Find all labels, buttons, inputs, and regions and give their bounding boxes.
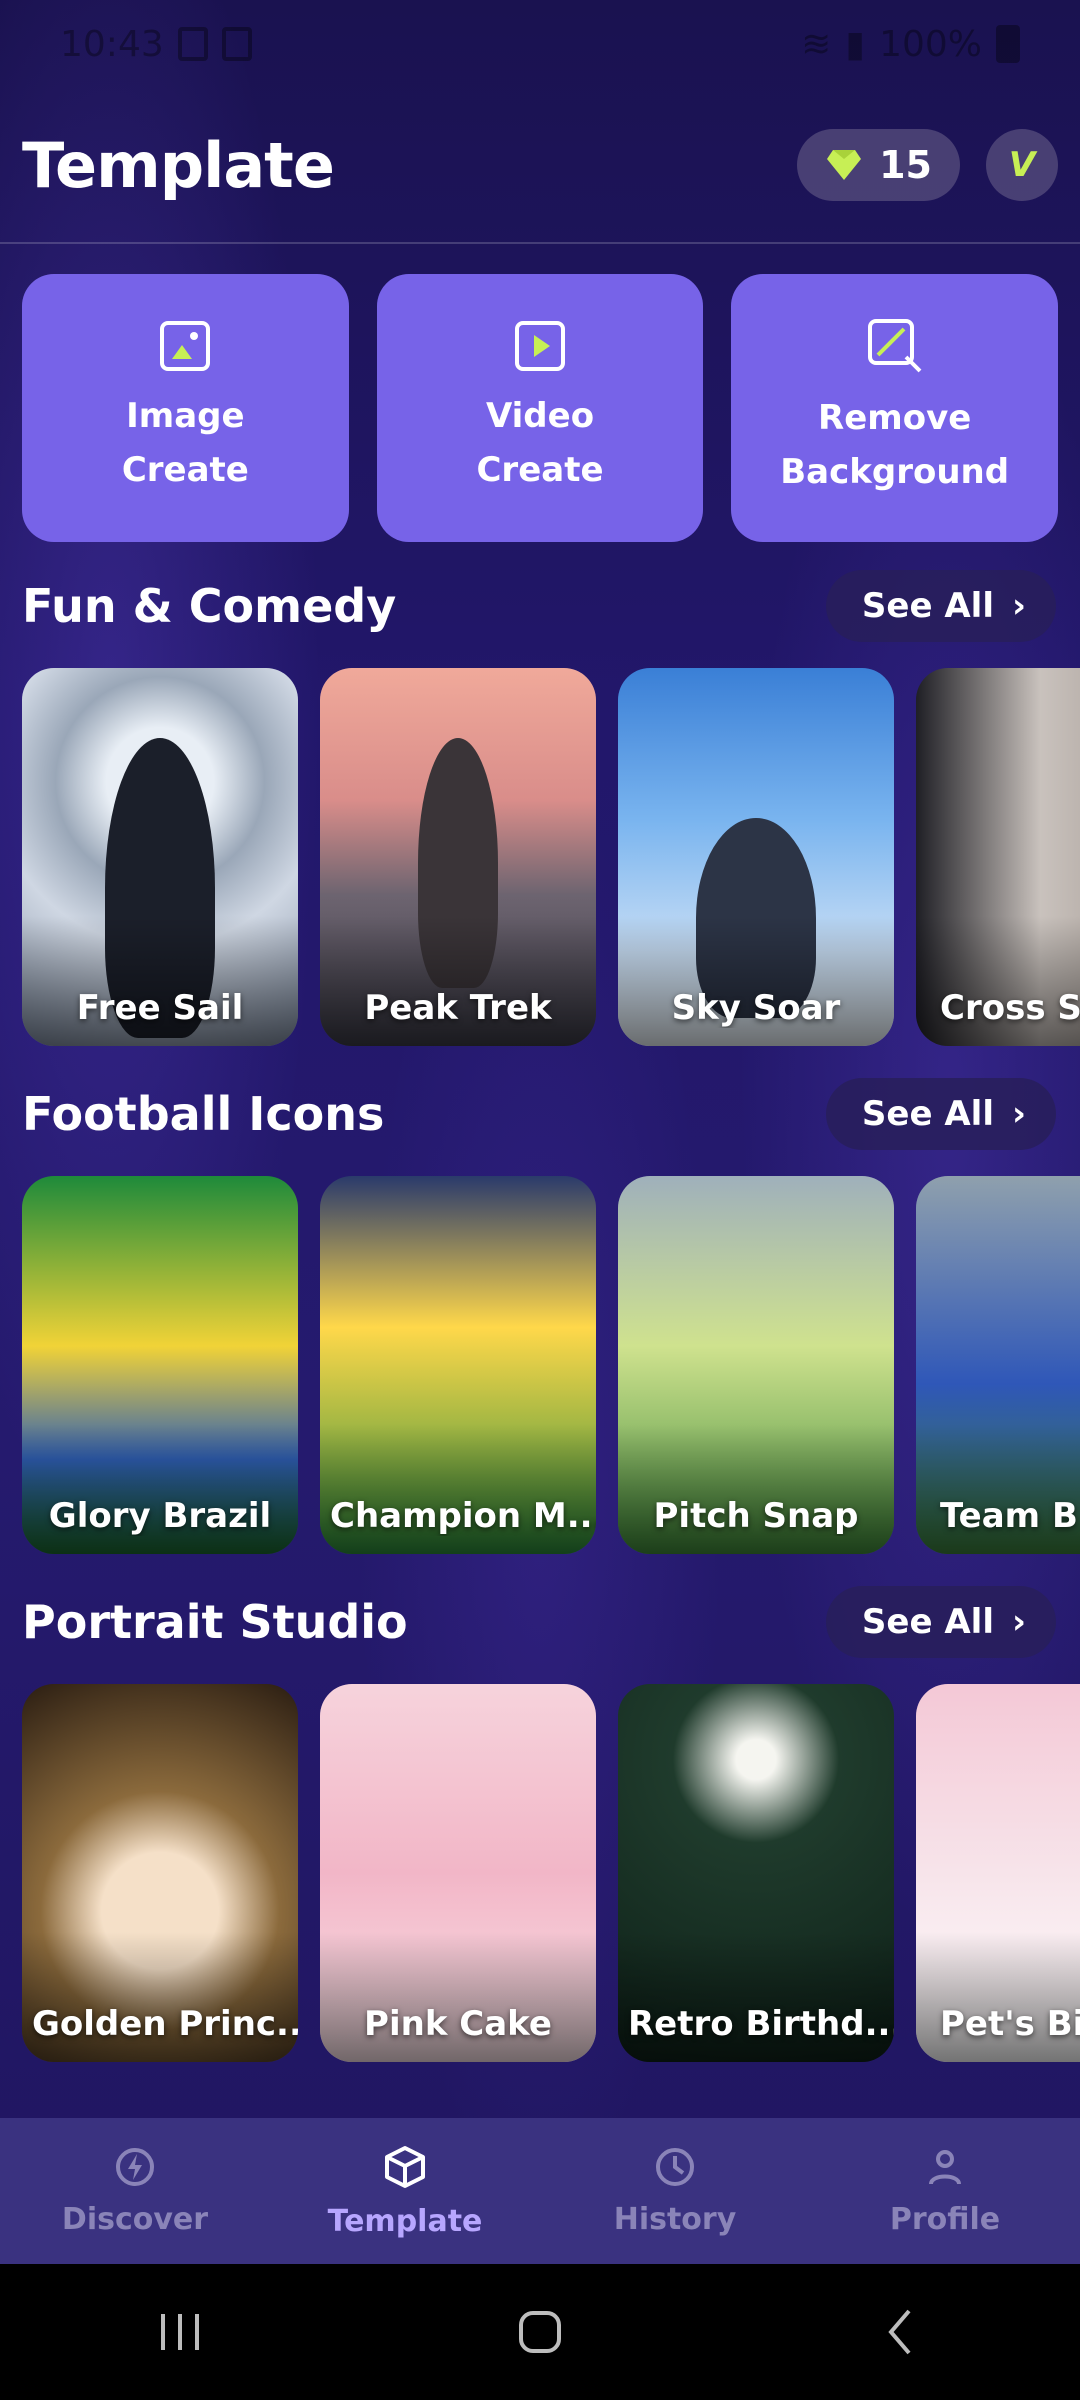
- template-card[interactable]: Team B: [916, 1176, 1080, 1554]
- section-portrait-studio: Portrait Studio See All › Golden Princ..…: [0, 1586, 1080, 2066]
- nav-template[interactable]: Template: [305, 2144, 505, 2239]
- nav-profile[interactable]: Profile: [845, 2146, 1045, 2237]
- card-title: Free Sail: [76, 988, 244, 1028]
- nav-discover[interactable]: Discover: [35, 2146, 235, 2237]
- credits-button[interactable]: 15: [797, 129, 960, 201]
- template-card[interactable]: Pitch Snap: [618, 1176, 894, 1554]
- history-icon: [654, 2146, 696, 2188]
- card-title: Pet's Bir: [940, 2004, 1080, 2044]
- back-button[interactable]: [840, 2292, 960, 2372]
- see-all-label: See All: [861, 1094, 994, 1134]
- nav-history-label: History: [613, 2201, 737, 2237]
- person-icon: [924, 2146, 966, 2188]
- card-title: Pitch Snap: [653, 1496, 859, 1536]
- remove-background-button[interactable]: Remove Background: [731, 274, 1059, 542]
- bottom-nav: Discover Template History Profile: [0, 2118, 1080, 2264]
- image-create-label: Image Create: [121, 396, 249, 490]
- recents-icon: [161, 2314, 199, 2350]
- status-bar: 10:43 ≋ ▮ 100%: [0, 0, 1080, 88]
- play-icon: [513, 319, 567, 373]
- template-card[interactable]: Pink Cake: [320, 1684, 596, 2062]
- section-title: Fun & Comedy: [22, 579, 397, 633]
- card-title: Pink Cake: [364, 2004, 552, 2044]
- battery-percent: 100%: [879, 23, 982, 65]
- signal-icon: ▮: [845, 23, 866, 65]
- template-card[interactable]: Golden Princ...: [22, 1684, 298, 2062]
- card-title: Golden Princ...: [32, 2004, 298, 2044]
- template-card[interactable]: Cross Sp: [916, 668, 1080, 1046]
- nav-history[interactable]: History: [575, 2146, 775, 2237]
- template-card[interactable]: Peak Trek: [320, 668, 596, 1046]
- template-card[interactable]: Free Sail: [22, 668, 298, 1046]
- cube-icon: [382, 2144, 428, 2190]
- chevron-right-icon: ›: [1011, 586, 1026, 626]
- see-all-button[interactable]: See All ›: [825, 1078, 1056, 1150]
- vip-label: V: [1008, 145, 1036, 185]
- video-create-button[interactable]: Video Create: [376, 274, 704, 542]
- page-title: Template: [22, 128, 335, 202]
- nav-profile-label: Profile: [889, 2201, 1001, 2237]
- see-all-label: See All: [861, 1602, 994, 1642]
- remove-bg-icon: [866, 317, 924, 375]
- card-title: Champion M...: [330, 1496, 596, 1536]
- nav-discover-label: Discover: [61, 2201, 209, 2237]
- section-title: Football Icons: [22, 1087, 385, 1141]
- create-actions: Image Create Video Create Remove Backgro…: [22, 274, 1059, 542]
- section-fun-comedy: Fun & Comedy See All › Free Sail Peak Tr…: [0, 570, 1080, 1050]
- video-create-label: Video Create: [476, 396, 604, 490]
- nav-template-label: Template: [327, 2203, 483, 2239]
- card-title: Cross Sp: [940, 988, 1080, 1028]
- card-title: Peak Trek: [364, 988, 552, 1028]
- card-title: Retro Birthd...: [628, 2004, 894, 2044]
- credits-count: 15: [879, 143, 932, 187]
- system-nav-bar: [0, 2264, 1080, 2400]
- chevron-right-icon: ›: [1011, 1602, 1026, 1642]
- template-card[interactable]: Glory Brazil: [22, 1176, 298, 1554]
- home-icon: [519, 2311, 561, 2353]
- remove-background-label: Remove Background: [780, 398, 1010, 492]
- section-football-icons: Football Icons See All › Glory Brazil Ch…: [0, 1078, 1080, 1558]
- card-row: Free Sail Peak Trek Sky Soar Cross Sp: [22, 668, 1080, 1048]
- see-all-button[interactable]: See All ›: [825, 1586, 1056, 1658]
- template-card[interactable]: Pet's Bir: [916, 1684, 1080, 2062]
- see-all-button[interactable]: See All ›: [825, 570, 1056, 642]
- recents-button[interactable]: [120, 2292, 240, 2372]
- vip-badge[interactable]: V: [986, 129, 1058, 201]
- template-card[interactable]: Retro Birthd...: [618, 1684, 894, 2062]
- template-card[interactable]: Sky Soar: [618, 668, 894, 1046]
- card-title: Sky Soar: [671, 988, 841, 1028]
- image-create-button[interactable]: Image Create: [22, 274, 349, 542]
- sim-icon: [177, 27, 208, 61]
- back-icon: [888, 2309, 911, 2355]
- notification-icon: [221, 27, 252, 61]
- template-card[interactable]: Champion M...: [320, 1176, 596, 1554]
- card-row: Glory Brazil Champion M... Pitch Snap Te…: [22, 1176, 1080, 1556]
- card-row: Golden Princ... Pink Cake Retro Birthd..…: [22, 1684, 1080, 2064]
- wifi-icon: ≋: [801, 23, 832, 65]
- image-icon: [158, 319, 212, 373]
- see-all-label: See All: [861, 586, 994, 626]
- home-button[interactable]: [480, 2292, 600, 2372]
- header: Template 15 V: [0, 88, 1080, 244]
- gem-icon: [827, 150, 862, 180]
- card-title: Team B: [940, 1496, 1078, 1536]
- chevron-right-icon: ›: [1011, 1094, 1026, 1134]
- card-title: Glory Brazil: [48, 1496, 272, 1536]
- bolt-icon: [114, 2146, 156, 2188]
- section-title: Portrait Studio: [22, 1595, 408, 1649]
- battery-icon: [996, 25, 1020, 63]
- status-time: 10:43: [60, 23, 164, 65]
